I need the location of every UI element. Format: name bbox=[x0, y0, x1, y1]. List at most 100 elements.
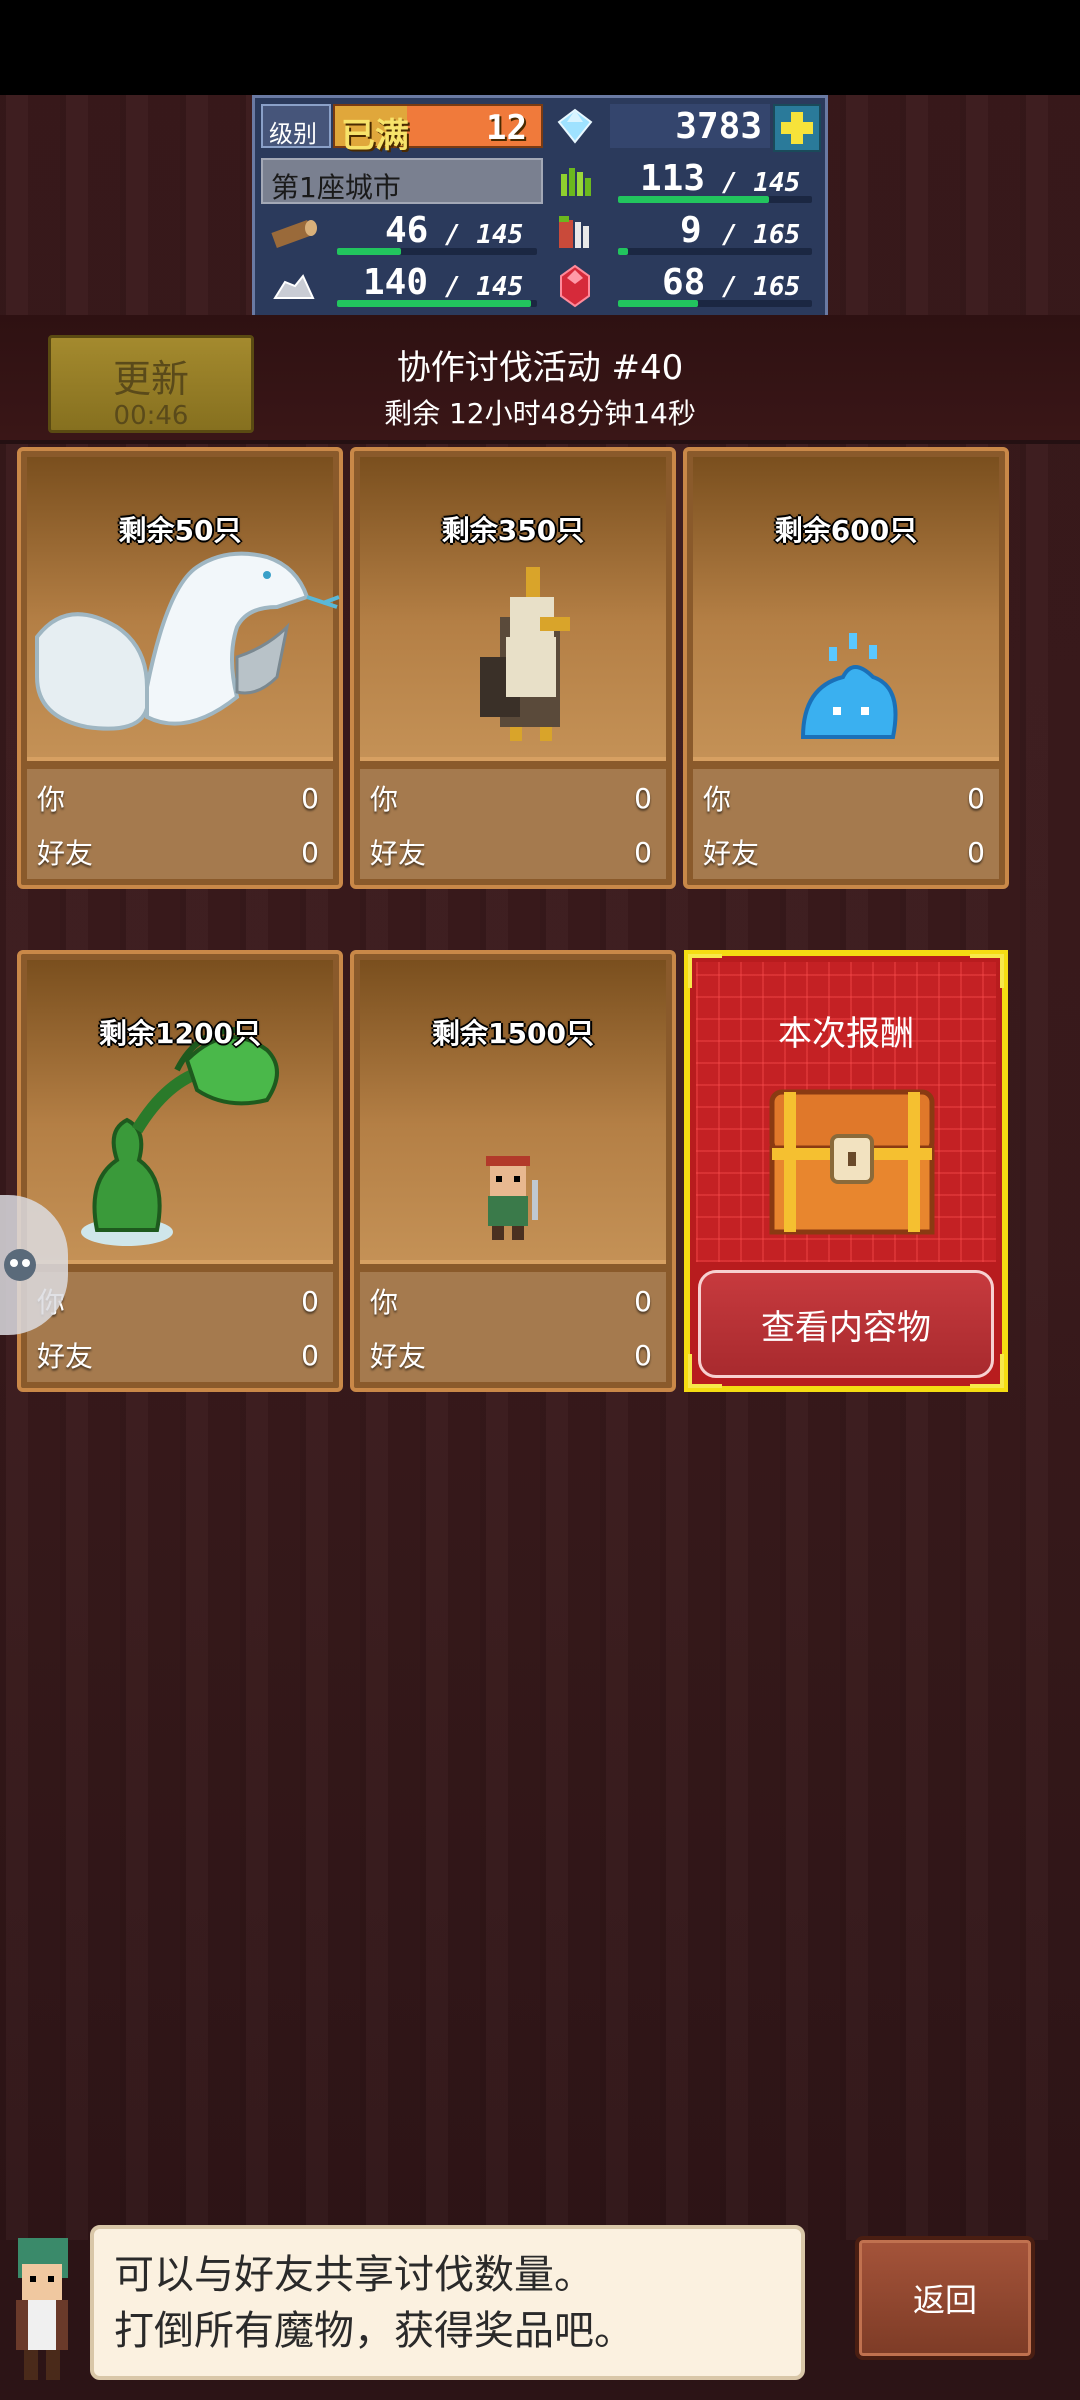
ore-icon bbox=[269, 264, 319, 308]
buy-gems-button[interactable] bbox=[773, 104, 821, 152]
you-row: 你0 bbox=[370, 1278, 652, 1324]
kill-stats: 你0 好友0 bbox=[360, 1272, 666, 1382]
food-resource: 9 / 165 bbox=[610, 210, 820, 256]
ruby-resource: 68 / 165 bbox=[610, 262, 820, 308]
ore-resource: 140 / 145 bbox=[333, 262, 543, 308]
you-label: 你 bbox=[37, 783, 66, 816]
level-status: 已满 12 bbox=[333, 104, 543, 156]
friend-label: 好友 bbox=[370, 837, 427, 870]
you-row: 你0 bbox=[703, 775, 985, 821]
monster-art: 剩余350只 bbox=[360, 457, 666, 761]
monster-art: 剩余1200只 bbox=[27, 960, 333, 1264]
event-remaining-time: 剩余 12小时48分钟14秒 bbox=[384, 397, 696, 430]
friend-row: 好友 0 bbox=[370, 829, 652, 875]
you-count: 0 bbox=[301, 1284, 319, 1318]
reward-card: 本次报酬 查看内容物 bbox=[684, 950, 1008, 1392]
remaining-count: 剩余50只 bbox=[118, 514, 242, 547]
you-count: 0 bbox=[301, 781, 319, 815]
food-current: 9 bbox=[680, 210, 702, 251]
kill-stats: 你0 好友0 bbox=[360, 769, 666, 879]
monster-card-5[interactable]: 剩余1500只 你0 好友 0 bbox=[350, 950, 676, 1392]
level-max-text: 已满 bbox=[341, 116, 409, 156]
friend-row: 好友 0 bbox=[370, 1332, 652, 1378]
friend-label: 好友 bbox=[370, 1340, 427, 1373]
wood-max-value: 145 bbox=[476, 220, 524, 250]
dialog-line-1: 可以与好友共享讨伐数量。 bbox=[114, 2252, 594, 2298]
food-bar bbox=[618, 248, 628, 255]
corner-ornament bbox=[970, 954, 1004, 988]
reward-title: 本次报酬 bbox=[778, 1014, 914, 1054]
update-timer: 00:46 bbox=[113, 401, 189, 431]
you-count: 0 bbox=[634, 781, 652, 815]
friend-count: 0 bbox=[967, 835, 985, 869]
friend-label: 好友 bbox=[37, 837, 94, 870]
you-row: 你0 bbox=[370, 775, 652, 821]
ore-bar bbox=[337, 300, 531, 307]
back-button[interactable]: 返回 bbox=[855, 2236, 1035, 2360]
you-row: 你0 bbox=[37, 1278, 319, 1324]
food-bar-track bbox=[618, 248, 812, 255]
city-name: 第1座城市 bbox=[271, 171, 401, 204]
friend-count: 0 bbox=[301, 835, 319, 869]
gem-count: 3783 bbox=[675, 106, 762, 147]
you-label: 你 bbox=[370, 1286, 399, 1319]
ore-current: 140 bbox=[363, 262, 429, 303]
city-name-box: 第1座城市 bbox=[261, 158, 543, 204]
friend-row: 好友 0 bbox=[37, 829, 319, 875]
monster-art: 剩余1500只 bbox=[360, 960, 666, 1264]
back-label: 返回 bbox=[912, 2281, 977, 2319]
food-max-value: 165 bbox=[753, 220, 801, 250]
event-title: 协作讨伐活动 #40 bbox=[396, 348, 684, 388]
you-row: 你0 bbox=[37, 775, 319, 821]
level-label: 级别 bbox=[269, 120, 317, 148]
ore-max: / 145 bbox=[445, 272, 524, 302]
bandit-icon bbox=[486, 1156, 538, 1240]
kill-stats: 你0 好友 0 bbox=[693, 769, 999, 879]
wood-icon bbox=[269, 212, 319, 256]
plus-icon bbox=[781, 112, 813, 144]
green-plant-icon bbox=[81, 1027, 279, 1246]
gem-box: 3783 bbox=[610, 104, 770, 148]
grass-resource: 113 / 145 bbox=[610, 158, 820, 204]
wood-resource: 46 / 145 bbox=[333, 210, 543, 256]
robot-icon bbox=[4, 1249, 36, 1281]
treasure-chest-icon bbox=[769, 1089, 935, 1235]
gem-icon bbox=[555, 106, 595, 146]
update-button[interactable]: 更新 00:46 bbox=[48, 335, 254, 433]
grass-bar bbox=[618, 196, 769, 203]
food-icon bbox=[553, 212, 597, 256]
wood-current: 46 bbox=[385, 210, 429, 251]
view-contents-button[interactable]: 查看内容物 bbox=[698, 1270, 994, 1378]
wood-max: / 145 bbox=[445, 220, 524, 250]
friend-count: 0 bbox=[301, 1338, 319, 1372]
monster-card-4[interactable]: 剩余1200只 你0 好友 0 bbox=[17, 950, 343, 1392]
blue-slime-icon bbox=[800, 633, 898, 739]
you-count: 0 bbox=[634, 1284, 652, 1318]
wood-bar bbox=[337, 248, 401, 255]
view-contents-label: 查看内容物 bbox=[761, 1307, 931, 1348]
monster-art: 剩余50只 bbox=[27, 457, 340, 761]
grass-max-value: 145 bbox=[753, 168, 801, 198]
reward-panel: 本次报酬 bbox=[696, 962, 996, 1262]
friend-label: 好友 bbox=[37, 1340, 94, 1373]
white-serpent-icon bbox=[35, 551, 340, 731]
level-label-box: 级别 bbox=[261, 104, 331, 148]
monster-card-1[interactable]: 剩余50只 你0 好友 0 bbox=[17, 447, 343, 889]
monster-card-3[interactable]: 剩余600只 你0 好友 0 bbox=[683, 447, 1009, 889]
monster-art: 剩余600只 bbox=[693, 457, 999, 761]
monster-card-2[interactable]: 剩余350只 你0 好友 0 bbox=[350, 447, 676, 889]
resource-hud: 级别 已满 12 3783 第1座城市 113 / 145 46 / 145 9 bbox=[252, 95, 828, 320]
friend-row: 好友 0 bbox=[37, 1332, 319, 1378]
you-count: 0 bbox=[967, 781, 985, 815]
remaining-count: 剩余350只 bbox=[441, 514, 585, 547]
food-max: / 165 bbox=[722, 220, 801, 250]
you-label: 你 bbox=[370, 783, 399, 816]
kill-stats: 你0 好友 0 bbox=[27, 1272, 333, 1382]
friend-label: 好友 bbox=[703, 837, 760, 870]
ore-max-value: 145 bbox=[476, 272, 524, 302]
crested-bird-icon bbox=[480, 567, 570, 741]
grass-max: / 145 bbox=[722, 168, 801, 198]
friend-row: 好友 0 bbox=[703, 829, 985, 875]
update-label: 更新 bbox=[112, 357, 189, 401]
ruby-bar bbox=[618, 300, 698, 307]
